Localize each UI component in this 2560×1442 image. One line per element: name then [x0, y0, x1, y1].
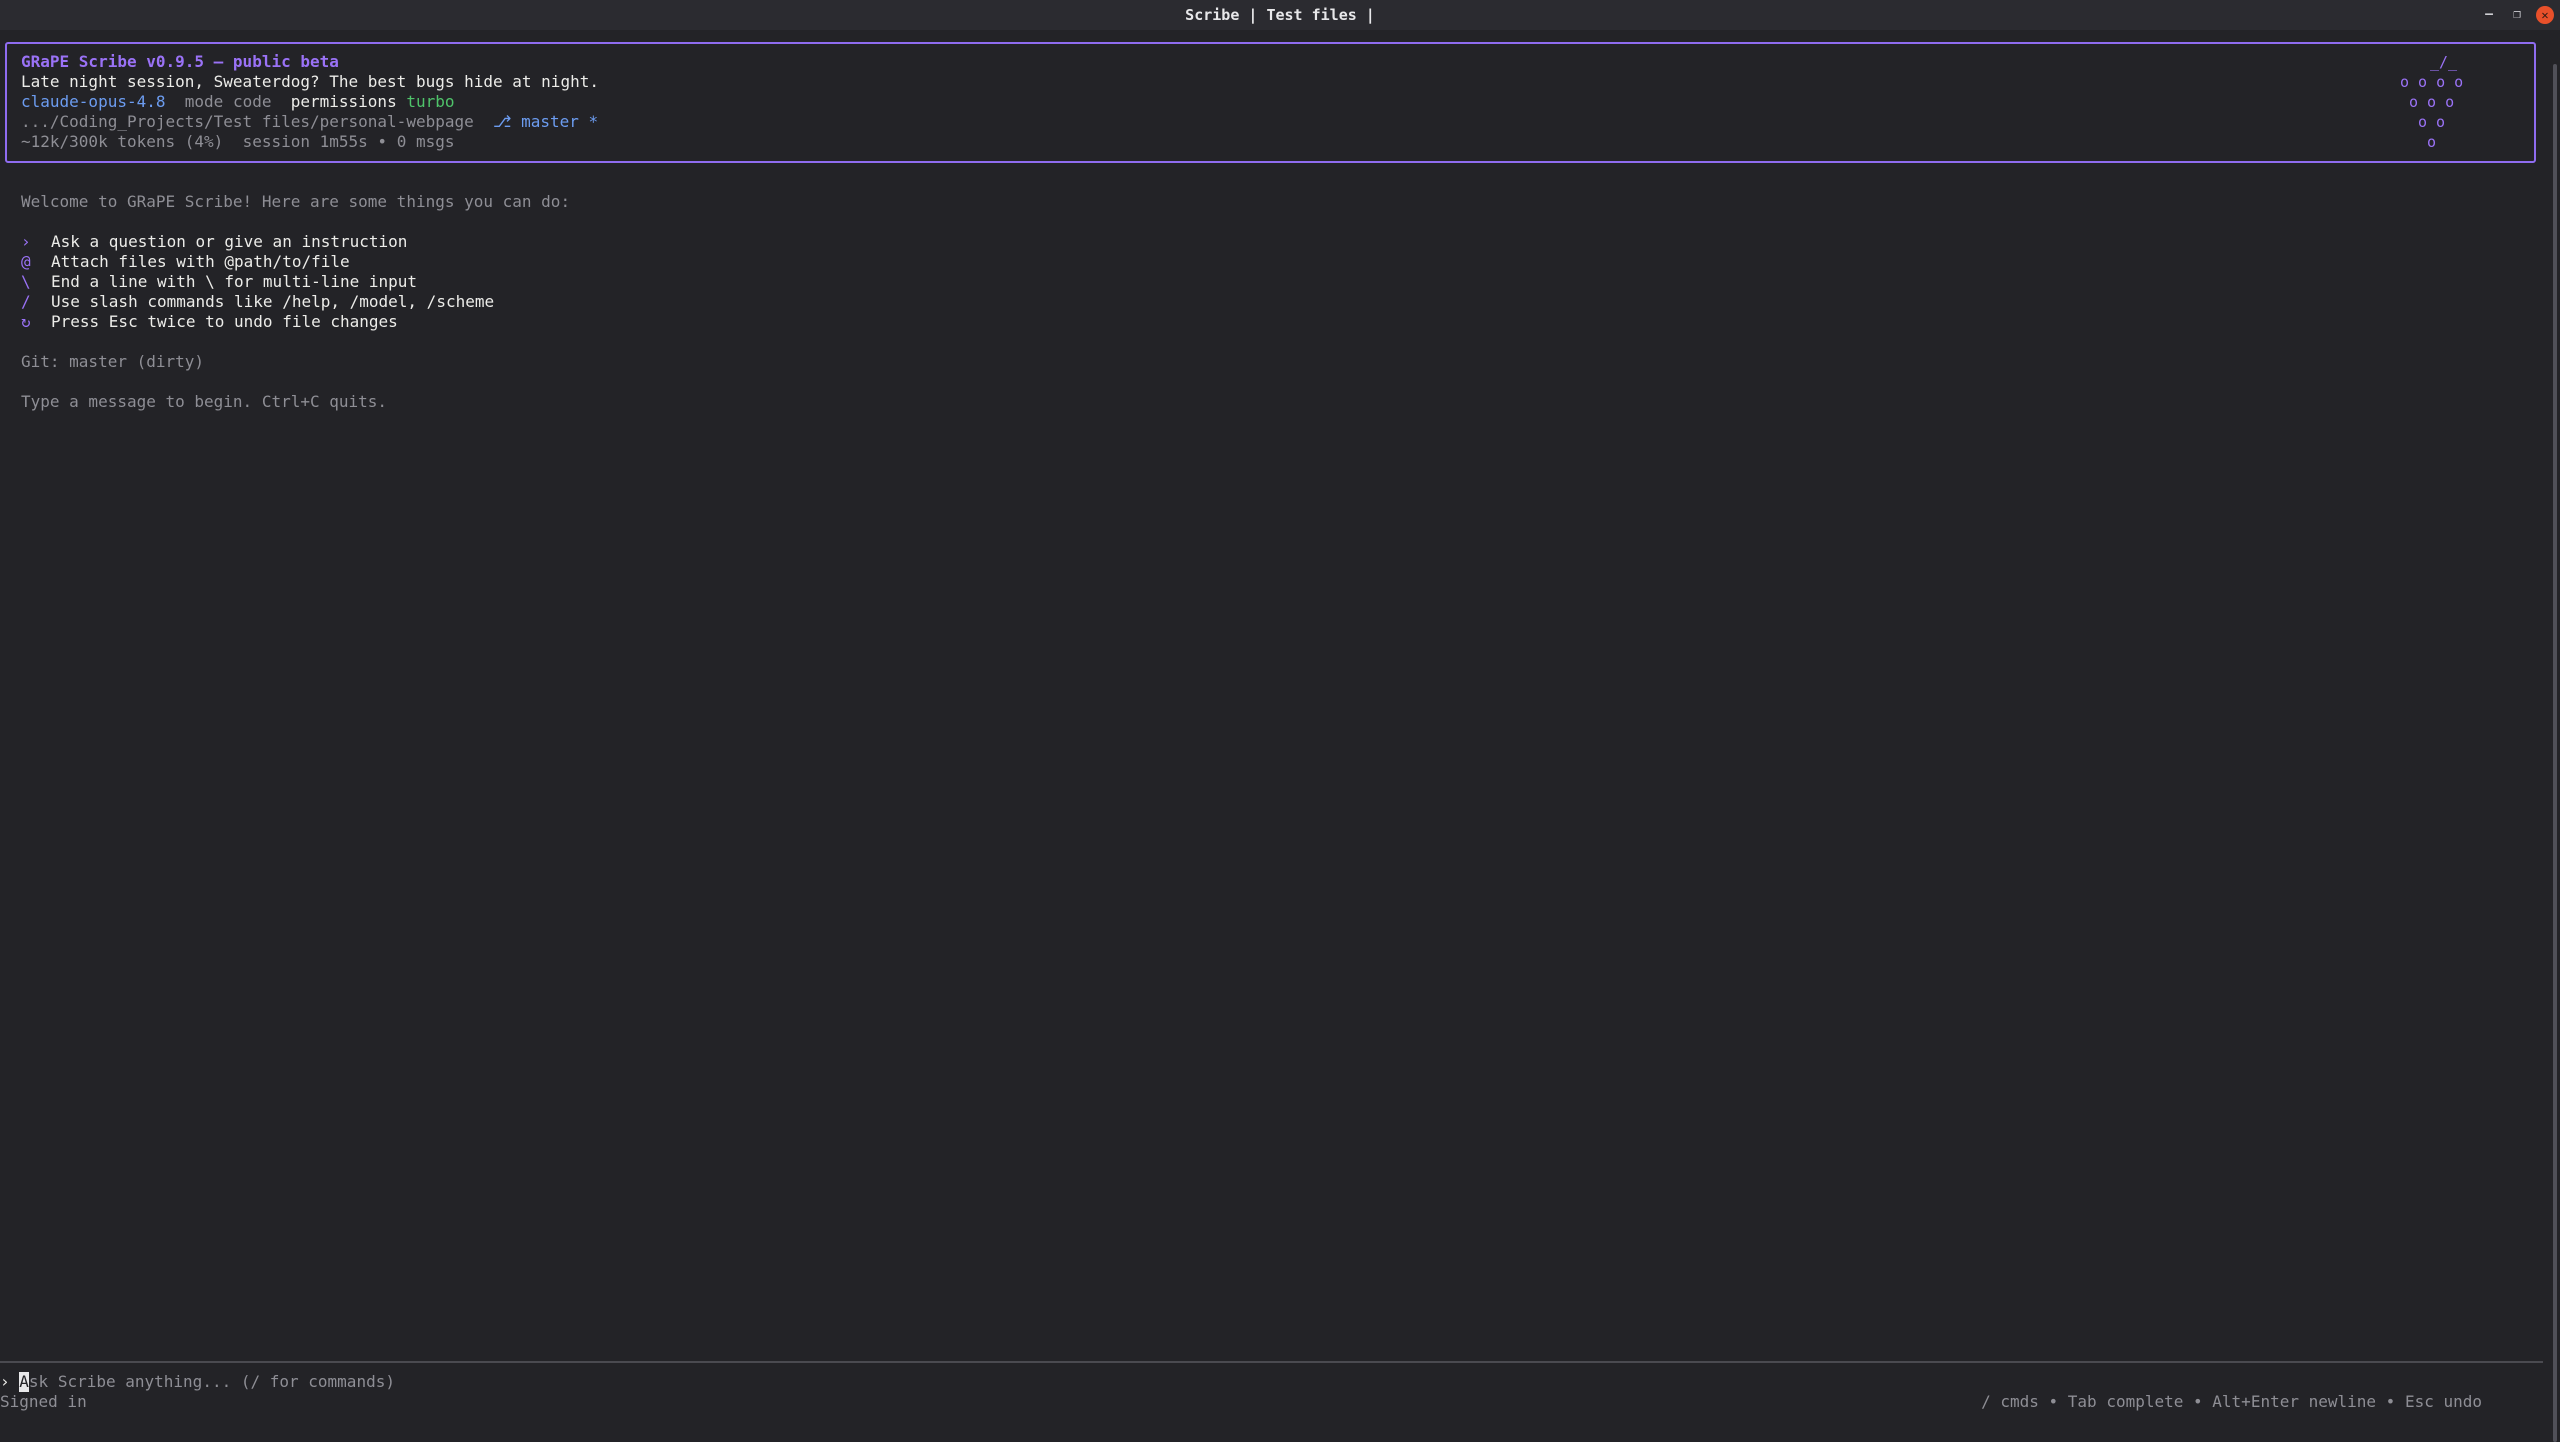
usage-row: ~12k/300k tokens (4%) session 1m55s • 0 … — [21, 132, 454, 152]
welcome-intro: Welcome to GRaPE Scribe! Here are some t… — [21, 192, 571, 211]
token-usage: ~12k/300k tokens (4%) — [21, 132, 224, 151]
mode-value: code — [232, 92, 272, 111]
logo-stem: _/_ — [2430, 53, 2458, 71]
logo-row-2: o o o — [2409, 93, 2455, 111]
working-path: .../Coding_Projects/Test files/personal-… — [21, 112, 474, 131]
start-hint: Type a message to begin. Ctrl+C quits. — [21, 392, 388, 411]
permissions-label: permissions — [290, 92, 397, 111]
app-title: GRaPE Scribe v0.9.5 – public beta — [21, 52, 339, 71]
tip-item: \ End a line with \ for multi-line input — [21, 272, 417, 292]
tip-item: @ Attach files with @path/to/file — [21, 252, 350, 272]
logo-row-3: o o — [2418, 113, 2446, 131]
tip-item: › Ask a question or give an instruction — [21, 232, 407, 252]
tip-item: / Use slash commands like /help, /model, … — [21, 292, 494, 312]
message-input[interactable]: › Ask Scribe anything... (/ for commands… — [0, 1372, 395, 1392]
text-cursor: A — [19, 1372, 29, 1392]
at-sign-icon: @ — [21, 252, 31, 271]
tip-text: Press Esc twice to undo file changes — [51, 312, 398, 331]
tip-text: Attach files with @path/to/file — [51, 252, 350, 271]
scrollbar-thumb[interactable] — [2553, 64, 2557, 1442]
permissions-value: turbo — [406, 92, 455, 111]
maximize-icon[interactable]: ❐ — [2508, 6, 2526, 24]
model-name: claude-opus-4.8 — [21, 92, 166, 111]
tip-text: Ask a question or give an instruction — [51, 232, 408, 251]
branch-dirty-marker: * — [588, 112, 599, 131]
input-placeholder: sk Scribe anything... (/ for commands) — [28, 1372, 395, 1391]
session-info: session 1m55s • 0 msgs — [242, 132, 455, 151]
input-divider — [0, 1361, 2543, 1363]
close-icon[interactable]: ✕ — [2536, 6, 2554, 24]
tip-item: ↻ Press Esc twice to undo file changes — [21, 312, 398, 332]
title-bar: Scribe | Test files | – ❐ ✕ — [0, 0, 2560, 30]
prompt-chevron-icon: › — [0, 1372, 10, 1391]
chevron-right-icon: › — [21, 232, 31, 251]
model-mode-row: claude-opus-4.8 mode code permissions tu… — [21, 92, 455, 112]
path-branch-row: .../Coding_Projects/Test files/personal-… — [21, 112, 598, 132]
backslash-icon: \ — [21, 272, 31, 291]
branch-name: master — [521, 112, 579, 131]
window-title: Scribe | Test files | — [1185, 6, 1375, 24]
keybinding-hints: / cmds • Tab complete • Alt+Enter newlin… — [1981, 1392, 2482, 1411]
mode-label: mode — [184, 92, 224, 111]
scrollbar[interactable] — [2552, 30, 2560, 1442]
logo-row-1: o o o o — [2400, 73, 2464, 91]
tip-text: Use slash commands like /help, /model, /… — [51, 292, 495, 311]
branch-icon: ⎇ — [493, 112, 512, 131]
undo-icon: ↻ — [21, 312, 31, 331]
logo-row-4: o — [2427, 133, 2437, 151]
auth-status: Signed in — [0, 1392, 87, 1411]
greeting-text: Late night session, Sweaterdog? The best… — [21, 72, 599, 91]
tip-text: End a line with \ for multi-line input — [51, 272, 418, 291]
git-status: Git: master (dirty) — [21, 352, 205, 371]
minimize-icon[interactable]: – — [2480, 6, 2498, 24]
slash-icon: / — [21, 292, 31, 311]
window-controls: – ❐ ✕ — [2480, 0, 2554, 30]
